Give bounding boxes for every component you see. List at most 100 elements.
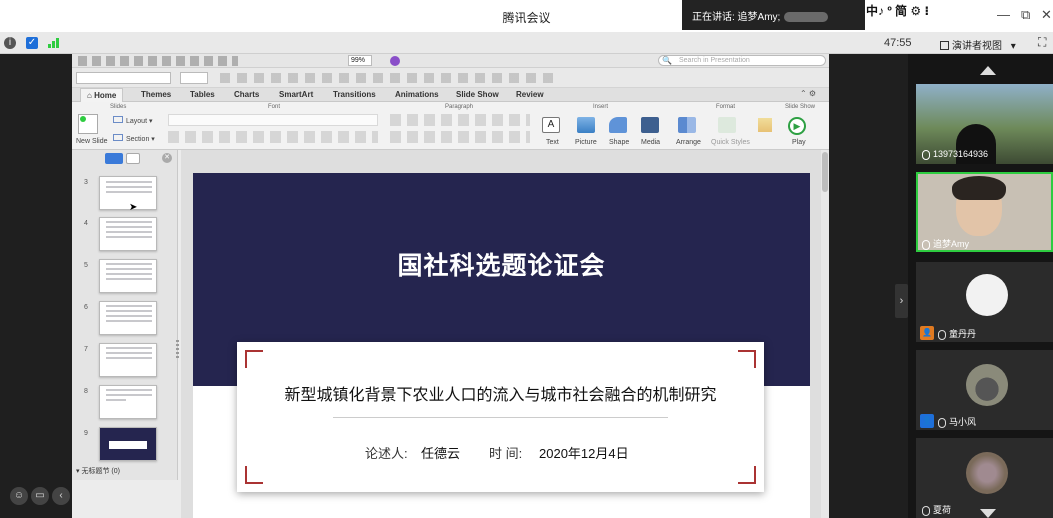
slide-thumbnail-4[interactable] bbox=[99, 217, 157, 251]
card-corner bbox=[245, 350, 263, 368]
user-badge-icon: 👤 bbox=[920, 326, 934, 340]
speaking-indicator: 正在讲话: 追梦Amy; bbox=[682, 0, 865, 30]
paragraph-buttons-top[interactable] bbox=[390, 114, 530, 126]
font-input-disabled[interactable] bbox=[168, 114, 378, 126]
group-paragraph: Paragraph bbox=[445, 104, 474, 110]
quick-styles-label[interactable]: Quick Styles bbox=[711, 139, 750, 146]
tab-tables[interactable]: Tables bbox=[190, 90, 215, 99]
quick-styles-icon[interactable] bbox=[718, 117, 736, 133]
mouse-cursor-icon: ➤ bbox=[129, 202, 138, 213]
slide-thumbnail-8[interactable] bbox=[99, 385, 157, 419]
slide-scrollbar[interactable] bbox=[821, 150, 829, 518]
picture-label[interactable]: Picture bbox=[575, 139, 597, 146]
arrange-label[interactable]: Arrange bbox=[676, 139, 701, 146]
minimize-button[interactable]: — bbox=[997, 7, 1010, 22]
tab-transitions[interactable]: Transitions bbox=[333, 90, 376, 99]
participant-name: 童丹丹 bbox=[938, 327, 976, 340]
shield-icon[interactable]: ✓ bbox=[26, 37, 38, 49]
card-corner bbox=[245, 466, 263, 484]
layout-icon bbox=[113, 116, 123, 123]
outline-view-toggle[interactable] bbox=[126, 153, 140, 164]
close-button[interactable]: ✕ bbox=[1041, 7, 1052, 23]
speaker-view-button[interactable]: 演讲者视图 ▾ bbox=[934, 35, 1022, 52]
participant-tile-2[interactable]: 追梦Amy bbox=[916, 172, 1053, 252]
microphone-icon bbox=[922, 149, 930, 160]
chat-icon[interactable]: ▭ bbox=[31, 487, 49, 505]
card-corner bbox=[738, 466, 756, 484]
thumb-number: 8 bbox=[84, 388, 88, 395]
play-label[interactable]: Play bbox=[792, 139, 806, 146]
ribbon-collapse-icon[interactable]: ⌃ ⚙ bbox=[800, 89, 816, 98]
avatar bbox=[966, 452, 1008, 494]
tab-smartart[interactable]: SmartArt bbox=[279, 90, 313, 99]
font-style-buttons[interactable] bbox=[168, 131, 378, 143]
ppt-formatting-toolbar bbox=[72, 68, 829, 88]
participant-hair bbox=[952, 176, 1006, 200]
tab-charts[interactable]: Charts bbox=[234, 90, 259, 99]
slides-view-toggle[interactable] bbox=[105, 153, 123, 164]
text-label[interactable]: Text bbox=[546, 139, 559, 146]
participant-tile-4[interactable]: 👤 马小风 bbox=[916, 350, 1053, 430]
thumb-number: 7 bbox=[84, 346, 88, 353]
slide-title: 国社科选题论证会 bbox=[397, 252, 606, 280]
section-header-label: 无标题节 (0) bbox=[81, 468, 120, 475]
ppt-search-input[interactable]: Search in Presentation bbox=[658, 55, 826, 66]
participant-name-text: 追梦Amy bbox=[933, 239, 970, 249]
toolbar-icons[interactable] bbox=[78, 56, 238, 66]
font-name-select[interactable] bbox=[76, 72, 171, 84]
fullscreen-icon[interactable]: ⛶ bbox=[1038, 35, 1046, 50]
presenter-label: 论述人: bbox=[365, 446, 408, 461]
new-slide-icon[interactable] bbox=[78, 114, 98, 134]
scrollbar-thumb[interactable] bbox=[822, 152, 828, 192]
tab-home[interactable]: ⌂ Home bbox=[80, 88, 124, 102]
format-buttons[interactable] bbox=[220, 73, 560, 83]
close-pane-icon[interactable]: ✕ bbox=[162, 153, 172, 163]
microphone-muted-icon bbox=[922, 505, 930, 516]
layout-button[interactable]: Layout ▾ bbox=[113, 116, 153, 125]
grid-icon bbox=[940, 41, 949, 50]
tab-slide-show[interactable]: Slide Show bbox=[456, 90, 499, 99]
shape-label[interactable]: Shape bbox=[609, 139, 629, 146]
thumb-number: 3 bbox=[84, 179, 88, 186]
slide-thumbnail-3[interactable] bbox=[99, 176, 157, 210]
slide-thumbnail-7[interactable] bbox=[99, 343, 157, 377]
text-box-icon[interactable]: A bbox=[542, 117, 560, 133]
picture-icon[interactable] bbox=[577, 117, 595, 133]
emoji-icon[interactable]: ☺ bbox=[10, 487, 28, 505]
tab-themes[interactable]: Themes bbox=[141, 90, 171, 99]
play-icon[interactable]: ▶ bbox=[788, 117, 806, 135]
help-icon[interactable] bbox=[390, 56, 400, 66]
restore-button[interactable]: ⧉ bbox=[1021, 7, 1030, 23]
date-value: 2020年12月4日 bbox=[539, 446, 629, 461]
tab-animations[interactable]: Animations bbox=[395, 90, 439, 99]
shape-icon[interactable] bbox=[609, 117, 627, 133]
arrange-icon[interactable] bbox=[678, 117, 696, 133]
slide-thumbnail-6[interactable] bbox=[99, 301, 157, 335]
media-icon[interactable] bbox=[641, 117, 659, 133]
fill-icon[interactable] bbox=[758, 118, 772, 132]
ime-toolbar[interactable]: 中♪ º 简 ⚙ ⁝ bbox=[866, 2, 929, 19]
panel-collapse-button[interactable]: › bbox=[895, 284, 908, 318]
chevron-left-icon[interactable]: ‹ bbox=[52, 487, 70, 505]
participant-name-text: 马小风 bbox=[949, 417, 977, 427]
scroll-up-icon[interactable] bbox=[980, 66, 996, 75]
pane-splitter[interactable] bbox=[176, 340, 179, 360]
avatar bbox=[966, 364, 1008, 406]
slide-thumbnail-5[interactable] bbox=[99, 259, 157, 293]
new-slide-label[interactable]: New Slide bbox=[76, 138, 108, 145]
participant-tile-5[interactable]: 夏荷 bbox=[916, 438, 1053, 518]
participant-tile-3[interactable]: 👤 童丹丹 bbox=[916, 262, 1053, 342]
slide-subtitle: 新型城镇化背景下农业人口的流入与城市社会融合的机制研究 bbox=[284, 387, 717, 404]
signal-icon[interactable] bbox=[48, 38, 62, 48]
paragraph-buttons-bottom[interactable] bbox=[390, 131, 530, 143]
font-size-select[interactable] bbox=[180, 72, 208, 84]
scroll-down-icon[interactable] bbox=[980, 509, 996, 518]
zoom-field[interactable]: 99% bbox=[348, 55, 372, 66]
section-header[interactable]: ▾ 无标题节 (0) bbox=[76, 466, 120, 476]
section-button[interactable]: Section ▾ bbox=[113, 134, 155, 143]
info-icon[interactable]: i bbox=[4, 37, 16, 49]
participant-tile-1[interactable]: 13973164936 bbox=[916, 84, 1053, 164]
media-label[interactable]: Media bbox=[641, 139, 660, 146]
slide-thumbnail-9[interactable] bbox=[99, 427, 157, 461]
tab-review[interactable]: Review bbox=[516, 90, 544, 99]
